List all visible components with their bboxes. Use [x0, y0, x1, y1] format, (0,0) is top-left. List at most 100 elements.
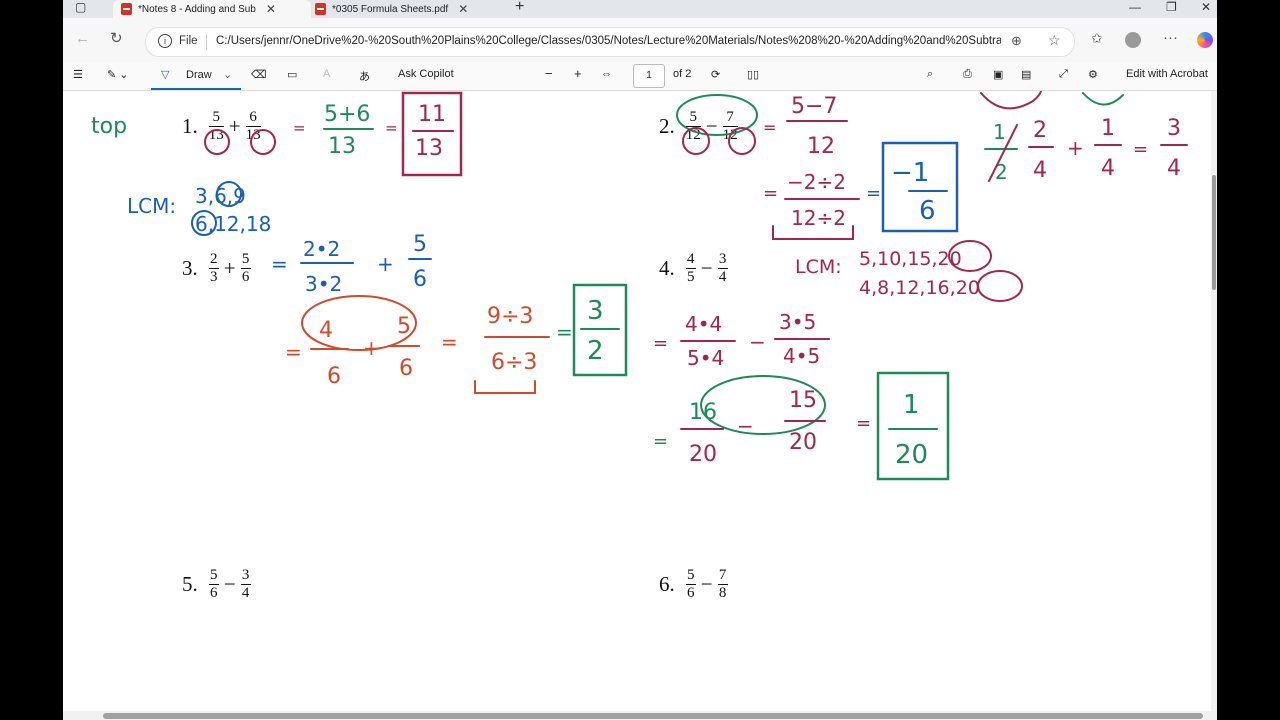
ink-annotations: top = 5+6 13 = 11 13 LCM: 3,6,9 6,12,18: [91, 91, 1188, 481]
ink-p3-ans-num: 3: [587, 296, 604, 326]
tab-strip: ▢ *Notes 8 - Adding and Sub ✕ *0305 Form…: [63, 0, 1217, 18]
save-icon[interactable]: ▣: [993, 68, 1003, 81]
profile-avatar[interactable]: [1125, 32, 1141, 48]
new-tab-icon[interactable]: +: [515, 0, 524, 16]
ink-circle: [977, 270, 1023, 302]
ink-p4-a: 4•4: [685, 312, 722, 336]
ink-lcm-label: LCM:: [127, 194, 176, 218]
restore-icon[interactable]: ❐: [1166, 0, 1177, 14]
favorite-star-icon[interactable]: ☆: [1048, 32, 1061, 49]
zoom-in-icon[interactable]: +: [574, 66, 582, 81]
minimize-icon[interactable]: —: [1129, 0, 1141, 14]
vertical-scroll-thumb[interactable]: [1212, 175, 1216, 290]
browser-window: ▢ *Notes 8 - Adding and Sub ✕ *0305 Form…: [63, 0, 1217, 720]
ink-lcm-6: 6,12,18: [195, 212, 271, 236]
tab-notes-8[interactable]: *Notes 8 - Adding and Sub ✕: [113, 0, 311, 18]
ink-scribble: [1082, 92, 1124, 106]
chevron-down-icon[interactable]: ⌄: [223, 68, 232, 81]
address-divider: [206, 34, 207, 50]
fullscreen-icon[interactable]: ⤢: [1059, 68, 1068, 81]
ink-circle: [250, 129, 276, 155]
close-window-icon[interactable]: ✕: [1201, 0, 1211, 14]
pdf-icon: [315, 3, 326, 15]
page-number-input[interactable]: 1: [633, 64, 665, 88]
ink-equals: =: [653, 333, 668, 354]
ink-p3-i: 9÷3: [487, 304, 533, 329]
search-icon[interactable]: ⌕: [927, 68, 933, 81]
ink-p3-h: 6: [399, 356, 413, 381]
ink-minus: −: [749, 330, 766, 354]
info-icon[interactable]: i: [158, 34, 172, 48]
save-as-icon[interactable]: ▤: [1021, 68, 1031, 81]
ink-bracket: [474, 380, 536, 394]
ink-equals: =: [285, 340, 302, 364]
ask-copilot-button[interactable]: Ask Copilot: [398, 68, 454, 80]
ink-p1-sum: 5+6: [324, 102, 370, 127]
close-tab-icon[interactable]: ✕: [266, 2, 276, 16]
ink-p4-d: 4•5: [783, 344, 820, 368]
ink-p3-a: 2•2: [303, 237, 340, 261]
ink-p2-ans-den: 6: [919, 196, 936, 226]
ink-tr-d: 4: [1033, 158, 1047, 183]
ink-lcm-4: 4,8,12,16,20: [859, 277, 980, 299]
ink-plus: +: [377, 252, 394, 276]
ink-p2-den: 12: [807, 134, 835, 159]
navigation-bar: ← ↻ i File C:/Users/jennr/OneDrive%20-%2…: [63, 18, 1217, 62]
translate-icon[interactable]: あ: [359, 68, 370, 84]
ink-p3-c: 5: [413, 232, 427, 257]
edit-with-acrobat-button[interactable]: Edit with Acrobat: [1126, 68, 1208, 80]
ink-p1-ans-num: 11: [418, 102, 446, 127]
ink-equals: =: [556, 320, 573, 344]
page-view-icon[interactable]: ▯▯: [747, 68, 759, 81]
ink-equals: =: [866, 183, 881, 204]
ink-lcm-5: 5,10,15,20: [859, 248, 962, 270]
draw-button[interactable]: ▽ Draw ⌄: [151, 64, 241, 90]
ink-circle: [728, 127, 756, 155]
ink-equals: =: [856, 413, 871, 434]
back-icon[interactable]: ←: [75, 30, 90, 47]
ink-tr-c: 2: [1033, 118, 1047, 143]
ink-p2-red-d: 12÷2: [791, 206, 846, 230]
ink-p4-c: 3•5: [779, 310, 816, 334]
highlight-icon[interactable]: ✎ ⌄: [107, 68, 129, 81]
ink-p3-e: 4: [319, 318, 333, 343]
pdf-icon: [121, 3, 132, 15]
refresh-icon[interactable]: ↻: [110, 29, 123, 47]
ink-top-label: top: [91, 114, 127, 139]
horizontal-scroll-thumb[interactable]: [103, 713, 1203, 719]
fit-page-icon[interactable]: ⇔: [601, 68, 612, 80]
tab-title: *Notes 8 - Adding and Sub: [138, 3, 256, 15]
rotate-icon[interactable]: ⟳: [711, 68, 720, 81]
address-url[interactable]: C:/Users/jennr/OneDrive%20-%20South%20Pl…: [216, 35, 1001, 47]
ink-p3-ans-den: 2: [587, 336, 604, 366]
ink-p3-g: 5: [397, 314, 411, 339]
ink-tr-h: 4: [1167, 156, 1181, 181]
tab-formula-sheets[interactable]: *0305 Formula Sheets.pdf ✕: [309, 0, 495, 18]
text-box-icon[interactable]: ▭: [287, 68, 297, 81]
ink-p3-b: 3•2: [305, 272, 342, 296]
print-icon[interactable]: ⎙: [963, 68, 972, 81]
tab-title: *0305 Formula Sheets.pdf: [332, 3, 449, 15]
tab-actions-icon[interactable]: ▢: [75, 0, 86, 14]
zoom-icon[interactable]: ⊕: [1011, 33, 1022, 49]
ink-p4-e: 16: [689, 400, 717, 425]
address-bar[interactable]: i File C:/Users/jennr/OneDrive%20-%20Sou…: [145, 27, 1075, 57]
ink-p4-ans-num: 1: [903, 390, 920, 420]
ink-p4-f: 20: [689, 442, 717, 467]
ink-p3-f: 6: [327, 364, 341, 389]
copilot-icon[interactable]: [1197, 32, 1213, 48]
ink-p3-d: 6: [413, 267, 427, 292]
ink-p4-h: 20: [789, 430, 817, 455]
ink-equals: =: [293, 119, 306, 137]
ink-plus: +: [363, 336, 380, 360]
more-menu-icon[interactable]: ···: [1163, 29, 1178, 46]
close-tab-icon[interactable]: ✕: [458, 2, 468, 16]
ink-circle: [204, 129, 230, 155]
ink-equals: =: [385, 119, 398, 137]
eraser-icon[interactable]: ⌫: [251, 68, 267, 81]
pdf-toolbar: ☰ ✎ ⌄ ▽ Draw ⌄ ⌫ ▭ A あ Ask Copilot − + ⇔…: [63, 62, 1217, 91]
contents-icon[interactable]: ☰: [73, 68, 83, 81]
settings-gear-icon[interactable]: ⚙: [1088, 68, 1098, 81]
zoom-out-icon[interactable]: −: [545, 66, 553, 81]
favorites-icon[interactable]: ✩: [1091, 30, 1103, 47]
